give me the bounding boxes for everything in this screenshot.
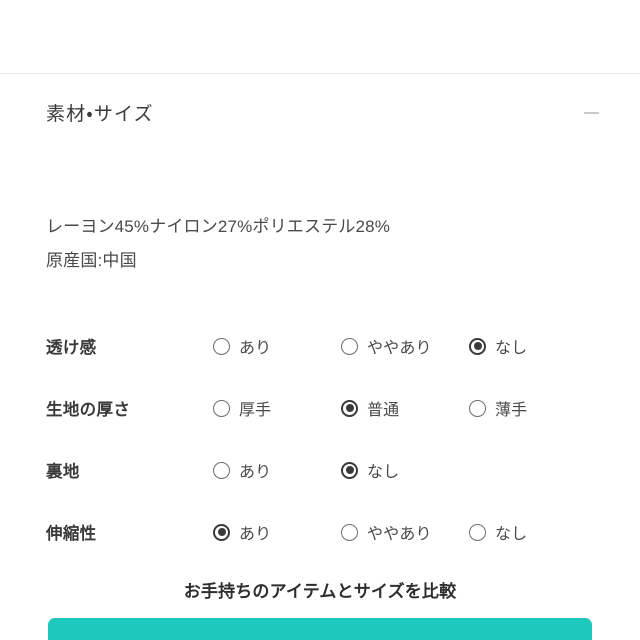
compare-size-button[interactable] — [48, 618, 592, 640]
attribute-row: 伸縮性 あり ややあり なし — [46, 501, 594, 563]
radio-option-label: なし — [367, 464, 400, 481]
material-size-section-header[interactable]: 素材・サイズ — [0, 74, 640, 151]
radio-option-label: 普通 — [367, 402, 400, 419]
attribute-row: 裏地 あり なし — [46, 439, 594, 501]
radio-unchecked-icon[interactable] — [213, 461, 230, 479]
radio-option[interactable]: 薄手 — [469, 396, 597, 420]
radio-option[interactable]: あり — [213, 334, 341, 358]
compare-size-title: お手持ちのアイテムとサイズを比較 — [183, 582, 457, 601]
material-composition-text: レーヨン45%ナイロン27%ポリエステル28% — [46, 217, 390, 236]
radio-unchecked-icon[interactable] — [341, 337, 358, 355]
radio-option-label: なし — [495, 340, 528, 357]
radio-checked-icon[interactable] — [341, 399, 358, 417]
minus-icon-bar — [583, 111, 599, 114]
radio-checked-icon[interactable] — [469, 337, 486, 355]
radio-checked-icon[interactable] — [213, 523, 230, 541]
radio-checked-icon[interactable] — [341, 461, 358, 479]
radio-option[interactable]: なし — [469, 334, 597, 358]
section-title: 素材・サイズ — [46, 104, 154, 125]
radio-option[interactable]: 厚手 — [213, 396, 341, 420]
attribute-label: 裏地 — [46, 463, 80, 481]
attribute-row: 生地の厚さ 厚手 普通 薄手 — [46, 377, 594, 439]
radio-option[interactable]: ややあり — [341, 520, 469, 544]
material-origin-text: 原産国:中国 — [46, 251, 137, 270]
radio-unchecked-icon[interactable] — [469, 399, 486, 417]
radio-option-label: 薄手 — [495, 402, 528, 419]
attribute-label: 透け感 — [46, 339, 97, 357]
radio-option[interactable]: 普通 — [341, 396, 469, 420]
radio-dot — [473, 342, 482, 350]
radio-option[interactable]: あり — [213, 458, 341, 482]
radio-dot — [345, 466, 354, 474]
minus-icon[interactable] — [580, 103, 602, 123]
radio-unchecked-icon[interactable] — [469, 523, 486, 541]
attribute-options: 厚手 普通 薄手 — [213, 396, 597, 420]
radio-dot — [217, 528, 226, 536]
radio-option[interactable]: なし — [469, 520, 597, 544]
attribute-label: 伸縮性 — [46, 525, 97, 543]
radio-option-label: なし — [495, 526, 528, 543]
radio-option-label: あり — [239, 526, 272, 543]
radio-option-label: あり — [239, 464, 272, 481]
radio-unchecked-icon[interactable] — [341, 523, 358, 541]
material-description: レーヨン45%ナイロン27%ポリエステル28% 原産国:中国 — [0, 151, 640, 278]
attribute-options: あり ややあり なし — [213, 334, 597, 358]
radio-unchecked-icon[interactable] — [213, 399, 230, 417]
page-top-spacer — [0, 0, 640, 73]
radio-option-label: ややあり — [367, 526, 432, 543]
radio-option[interactable]: なし — [341, 458, 469, 482]
radio-dot — [345, 404, 354, 412]
attribute-options: あり なし — [213, 458, 594, 482]
radio-option-label: ややあり — [367, 340, 432, 357]
attribute-options: あり ややあり なし — [213, 520, 597, 544]
attribute-row: 透け感 あり ややあり なし — [46, 315, 594, 377]
radio-option-label: 厚手 — [239, 402, 272, 419]
radio-option[interactable]: ややあり — [341, 334, 469, 358]
radio-option[interactable]: あり — [213, 520, 341, 544]
compare-size-section: お手持ちのアイテムとサイズを比較 — [0, 577, 640, 640]
attribute-label: 生地の厚さ — [46, 401, 131, 419]
attribute-list: 透け感 あり ややあり なし 生地の厚さ 厚手 普通 薄手 裏地 あり なし 伸縮性 あり ややあり なし — [0, 315, 640, 563]
radio-unchecked-icon[interactable] — [213, 337, 230, 355]
radio-option-label: あり — [239, 340, 272, 357]
